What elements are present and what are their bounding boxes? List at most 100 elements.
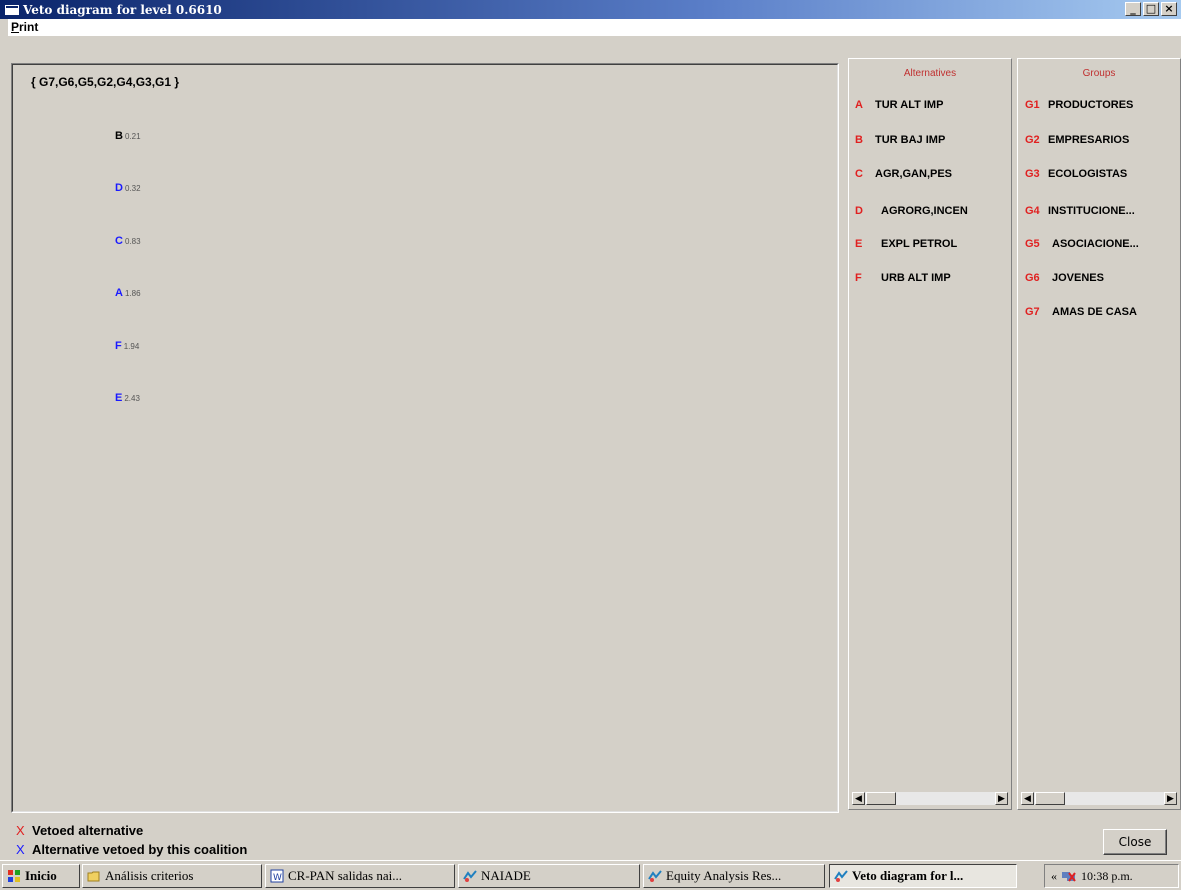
alternative-letter: D — [115, 182, 123, 194]
naiade-app-icon — [834, 870, 848, 882]
clock: 10:38 p.m. — [1081, 868, 1133, 883]
alternatives-header: Alternatives — [903, 68, 957, 79]
alternative-name: TUR BAJ IMP — [875, 134, 946, 146]
alternative-letter: B — [115, 130, 123, 142]
group-item[interactable]: G1 PRODUCTORES — [1018, 99, 1133, 113]
alternative-name: TUR ALT IMP — [875, 99, 944, 111]
legend-vetoed: X Vetoed alternative — [16, 821, 247, 840]
taskbar-item[interactable]: Equity Analysis Res... — [643, 864, 825, 888]
title-bar[interactable]: Veto diagram for level 0.6610 _ □ × — [0, 0, 1181, 19]
menu-print[interactable]: Print — [11, 20, 38, 34]
group-item[interactable]: G7 AMAS DE CASA — [1018, 306, 1137, 320]
taskbar-item[interactable]: W CR-PAN salidas nai... — [265, 864, 455, 888]
scroll-right-arrow-icon[interactable]: ▶ — [1164, 792, 1177, 805]
scroll-thumb[interactable] — [1035, 792, 1065, 805]
group-name: PRODUCTORES — [1048, 99, 1134, 111]
taskbar-item[interactable]: Análisis criterios — [82, 864, 262, 888]
group-item[interactable]: G6 JOVENES — [1018, 272, 1104, 286]
scroll-right-arrow-icon[interactable]: ▶ — [995, 792, 1008, 805]
scroll-track[interactable] — [865, 792, 995, 805]
scroll-left-arrow-icon[interactable]: ◀ — [852, 792, 865, 805]
folder-icon — [87, 871, 100, 882]
maximize-button[interactable]: □ — [1143, 2, 1159, 16]
alternative-value: 2.43 — [124, 394, 140, 403]
group-code: G5 — [1025, 238, 1040, 250]
alternative-item[interactable]: F URB ALT IMP — [849, 272, 951, 286]
group-name: INSTITUCIONE... — [1048, 205, 1135, 217]
alternative-item[interactable]: B TUR BAJ IMP — [849, 134, 945, 148]
alternative-value: 1.94 — [123, 342, 140, 351]
alternative-item[interactable]: C AGR,GAN,PES — [849, 168, 952, 182]
veto-diagram-panel: { G7,G6,G5,G2,G4,G3,G1 } B 0.21 D 0.32 C 0.… — [11, 63, 839, 813]
alternative-name: URB ALT IMP — [881, 272, 951, 284]
diagram-alternative: B 0.21 — [115, 130, 141, 142]
close-button[interactable]: Close — [1103, 829, 1167, 855]
group-name: AMAS DE CASA — [1052, 306, 1137, 318]
word-document-icon: W — [270, 869, 284, 883]
alternative-value: 0.32 — [124, 184, 141, 193]
legend: X Vetoed alternative X Alternative vetoe… — [16, 821, 247, 859]
alternative-code: D — [855, 205, 863, 217]
alternative-code: F — [855, 272, 862, 284]
group-code: G6 — [1025, 272, 1040, 284]
legend-vetoed-by-coalition: X Alternative vetoed by this coalition — [16, 840, 247, 859]
alternative-value: 0.21 — [124, 132, 141, 141]
alternative-value: 0.83 — [124, 237, 141, 246]
minimize-button[interactable]: _ — [1125, 2, 1141, 16]
taskbar-item-label: CR-PAN salidas nai... — [288, 868, 402, 883]
diagram-alternative: C 0.83 — [115, 235, 141, 247]
svg-text:W: W — [273, 873, 282, 883]
taskbar: Inicio Análisis criterios W CR-PAN salid… — [0, 860, 1181, 890]
groups-hscrollbar[interactable]: ◀ ▶ — [1021, 792, 1177, 805]
scroll-thumb[interactable] — [866, 792, 896, 805]
alternative-letter: E — [115, 392, 123, 404]
group-item[interactable]: G3 ECOLOGISTAS — [1018, 168, 1127, 182]
legend-vetoed-by-coalition-label: Alternative vetoed by this coalition — [32, 842, 248, 857]
alternative-letter: C — [115, 235, 123, 247]
system-tray: « 10:38 p.m. — [1044, 864, 1179, 888]
tray-expand-icon[interactable]: « — [1051, 869, 1057, 884]
alternative-name: AGRORG,INCEN — [881, 205, 968, 217]
diagram-canvas: { G7,G6,G5,G2,G4,G3,G1 } B 0.21 D 0.32 C 0.… — [12, 64, 838, 812]
diagram-alternative: F 1.94 — [115, 340, 139, 352]
alternative-letter: F — [115, 340, 122, 352]
group-code: G7 — [1025, 306, 1040, 318]
windows-logo-icon — [8, 870, 20, 882]
group-item[interactable]: G2 EMPRESARIOS — [1018, 134, 1129, 148]
alternatives-panel: Alternatives A TUR ALT IMP B TUR BAJ IMP C… — [848, 58, 1012, 810]
group-item[interactable]: G4 INSTITUCIONE... — [1018, 205, 1135, 219]
diagram-alternative: D 0.32 — [115, 182, 141, 194]
window-icon — [5, 4, 19, 15]
start-label: Inicio — [25, 868, 57, 883]
group-name: ECOLOGISTAS — [1048, 168, 1128, 180]
taskbar-item[interactable]: NAIADE — [458, 864, 640, 888]
group-code: G3 — [1025, 168, 1040, 180]
network-disconnected-icon[interactable] — [1061, 869, 1077, 883]
alternative-item[interactable]: A TUR ALT IMP — [849, 99, 943, 113]
scroll-left-arrow-icon[interactable]: ◀ — [1021, 792, 1034, 805]
alternatives-hscrollbar[interactable]: ◀ ▶ — [852, 792, 1008, 805]
alternative-item[interactable]: D AGRORG,INCEN — [849, 205, 968, 219]
menu-strip: Print — [8, 19, 1181, 36]
taskbar-item-label: Veto diagram for l... — [852, 868, 964, 883]
start-button[interactable]: Inicio — [2, 864, 80, 888]
group-code: G2 — [1025, 134, 1040, 146]
group-name: EMPRESARIOS — [1048, 134, 1130, 146]
legend-vetoed-label: Vetoed alternative — [32, 823, 144, 838]
alternative-name: EXPL PETROL — [881, 238, 958, 250]
alternative-item[interactable]: E EXPL PETROL — [849, 238, 957, 252]
alternative-code: B — [855, 134, 863, 146]
blue-x-icon: X — [16, 842, 25, 857]
group-item[interactable]: G5 ASOCIACIONE... — [1018, 238, 1139, 252]
alternative-code: C — [855, 168, 863, 180]
alternative-value: 1.86 — [124, 289, 141, 298]
alternative-letter: A — [115, 287, 123, 299]
group-name: JOVENES — [1052, 272, 1104, 284]
scroll-track[interactable] — [1034, 792, 1164, 805]
taskbar-item-label: Equity Analysis Res... — [666, 868, 782, 883]
close-window-button[interactable]: × — [1161, 2, 1177, 16]
taskbar-item-active[interactable]: Veto diagram for l... — [829, 864, 1017, 888]
diagram-alternative: A 1.86 — [115, 287, 141, 299]
group-code: G1 — [1025, 99, 1040, 111]
taskbar-item-label: Análisis criterios — [105, 868, 194, 883]
